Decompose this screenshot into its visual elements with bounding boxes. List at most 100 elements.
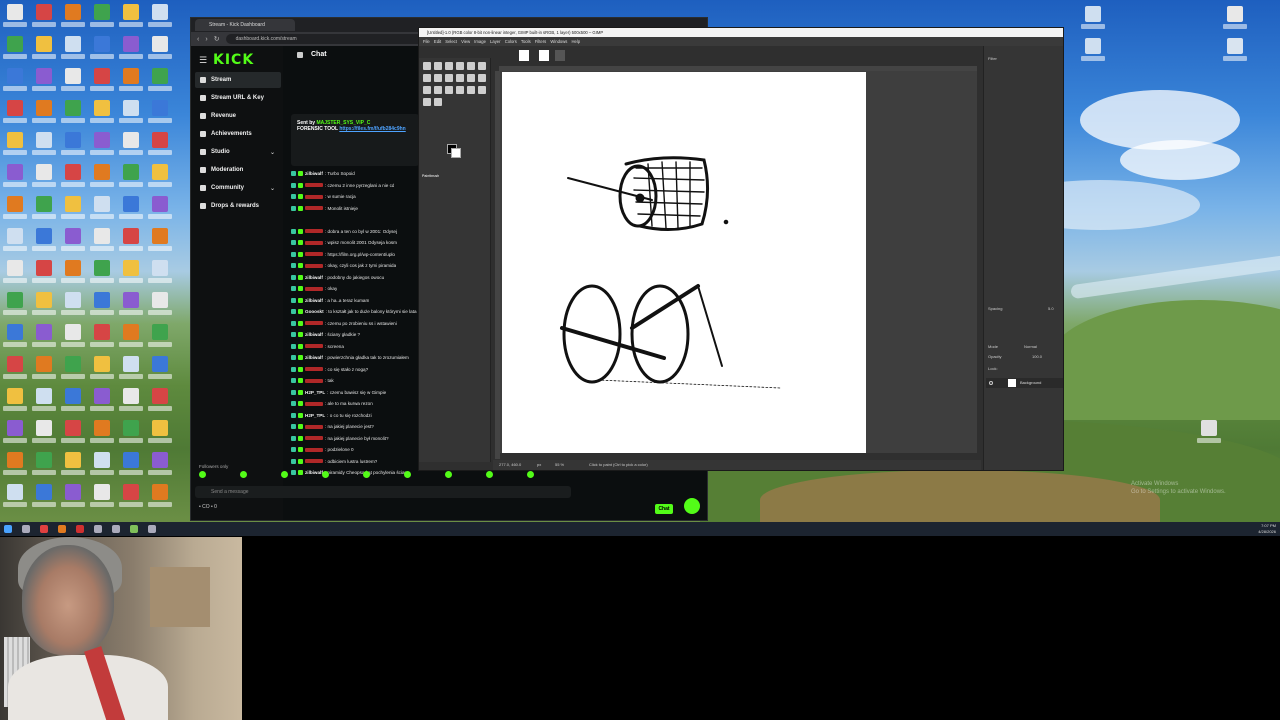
chat-username[interactable]: [305, 367, 323, 372]
kick-logo[interactable]: KICK: [213, 52, 254, 68]
desktop-icon[interactable]: [60, 228, 86, 258]
desktop-icon[interactable]: [118, 260, 144, 290]
chat-username[interactable]: [305, 194, 323, 199]
taskbar-app-icon[interactable]: [58, 525, 66, 533]
sidebar-item-drops-rewards[interactable]: Drops & rewards: [195, 198, 281, 214]
desktop-icon[interactable]: [2, 260, 28, 290]
system-tray[interactable]: 7:07 PM 4/28/2026: [1258, 523, 1276, 535]
desktop-icon[interactable]: [147, 484, 173, 514]
tool-icon[interactable]: [434, 86, 442, 94]
chat-username[interactable]: [305, 459, 323, 464]
image-tab[interactable]: [519, 50, 529, 61]
desktop-icon[interactable]: [147, 36, 173, 66]
emote-icon[interactable]: [240, 471, 247, 478]
desktop-icon[interactable]: [60, 260, 86, 290]
taskbar-app-icon[interactable]: [94, 525, 102, 533]
desktop-icon[interactable]: [60, 484, 86, 514]
desktop-icon[interactable]: [31, 68, 57, 98]
desktop-icon[interactable]: [118, 420, 144, 450]
desktop-icon[interactable]: [60, 452, 86, 482]
chat-username[interactable]: [305, 344, 323, 349]
emote-icon[interactable]: [486, 471, 493, 478]
desktop-icon[interactable]: [2, 68, 28, 98]
chat-username[interactable]: [305, 183, 323, 188]
taskbar-app-icon[interactable]: [148, 525, 156, 533]
desktop-icon[interactable]: [89, 132, 115, 162]
chat-username[interactable]: zilbiwalf: [305, 332, 323, 337]
taskbar-app-icon[interactable]: [130, 525, 138, 533]
chat-username[interactable]: zilbiwalf: [305, 298, 323, 303]
desktop-icon[interactable]: [147, 356, 173, 386]
desktop-icon[interactable]: [60, 68, 86, 98]
taskbar-app-icon[interactable]: [22, 525, 30, 533]
chat-username[interactable]: [305, 447, 323, 452]
gimp-menubar[interactable]: File Edit Select View Image Layer Colors…: [419, 37, 1063, 46]
tool-icon[interactable]: [478, 74, 486, 82]
desktop-icon[interactable]: [31, 4, 57, 34]
chat-username[interactable]: [305, 286, 323, 291]
tool-icon[interactable]: [434, 74, 442, 82]
drawing-canvas[interactable]: [502, 72, 866, 453]
tool-icon[interactable]: [456, 74, 464, 82]
desktop-icon[interactable]: [147, 420, 173, 450]
desktop-icon[interactable]: [147, 132, 173, 162]
desktop-icon[interactable]: [89, 68, 115, 98]
emote-icon[interactable]: [404, 471, 411, 478]
desktop-icon[interactable]: [2, 164, 28, 194]
chat-username[interactable]: [305, 401, 323, 406]
reload-icon[interactable]: ↻: [214, 35, 220, 43]
tool-icon[interactable]: [434, 98, 442, 106]
desktop-icon[interactable]: [147, 196, 173, 226]
desktop-icon[interactable]: [147, 68, 173, 98]
layer-opacity-value[interactable]: 100.0: [1032, 354, 1042, 359]
desktop-icon[interactable]: [118, 324, 144, 354]
desktop-icon[interactable]: [2, 420, 28, 450]
desktop-icon[interactable]: [2, 292, 28, 322]
emote-icon[interactable]: [281, 471, 288, 478]
tool-icon[interactable]: [467, 62, 475, 70]
tool-icon[interactable]: [478, 86, 486, 94]
desktop-icon[interactable]: [118, 100, 144, 130]
sidebar-item-stream-url-key[interactable]: Stream URL & Key: [195, 90, 281, 106]
image-tab[interactable]: [539, 50, 549, 61]
desktop-icon[interactable]: [2, 196, 28, 226]
desktop-icon[interactable]: [89, 4, 115, 34]
desktop-icon[interactable]: [1080, 38, 1106, 68]
sidebar-item-studio[interactable]: Studio ⌄: [195, 144, 281, 160]
desktop-icon[interactable]: [89, 164, 115, 194]
desktop-icon[interactable]: [2, 388, 28, 418]
pinned-link[interactable]: https://files.fm/f/ufb284c9hn: [339, 126, 405, 132]
desktop-icon[interactable]: [2, 132, 28, 162]
back-icon[interactable]: ‹: [197, 36, 199, 43]
tool-icon[interactable]: [467, 74, 475, 82]
desktop-icon[interactable]: [89, 36, 115, 66]
chat-username[interactable]: zilbiwalf: [305, 275, 323, 280]
desktop-icon[interactable]: [118, 484, 144, 514]
desktop-icon[interactable]: [31, 132, 57, 162]
desktop-icon[interactable]: [2, 452, 28, 482]
layer-mode-value[interactable]: Normal: [1024, 344, 1037, 349]
desktop-icon[interactable]: [1222, 6, 1248, 36]
desktop-icon[interactable]: [31, 356, 57, 386]
tool-icon[interactable]: [478, 62, 486, 70]
chat-username[interactable]: [305, 424, 323, 429]
chat-username[interactable]: [305, 378, 323, 383]
desktop-icon[interactable]: [89, 292, 115, 322]
desktop-icon[interactable]: [118, 228, 144, 258]
desktop-icon[interactable]: [60, 132, 86, 162]
desktop-icon[interactable]: [118, 388, 144, 418]
desktop-icon[interactable]: [89, 452, 115, 482]
sidebar-item-revenue[interactable]: Revenue: [195, 108, 281, 124]
chat-username[interactable]: zilbiwalf: [305, 355, 323, 360]
desktop-icon[interactable]: [118, 68, 144, 98]
sidebar-item-achievements[interactable]: Achievements: [195, 126, 281, 142]
menu-icon[interactable]: ☰: [199, 55, 207, 66]
desktop-icon[interactable]: [31, 452, 57, 482]
tool-icon[interactable]: [445, 74, 453, 82]
sidebar-item-community[interactable]: Community ⌄: [195, 180, 281, 196]
desktop-icon[interactable]: [89, 484, 115, 514]
desktop-icon[interactable]: [2, 36, 28, 66]
tool-icon[interactable]: [423, 62, 431, 70]
desktop-icon[interactable]: [60, 100, 86, 130]
desktop-icon[interactable]: [60, 356, 86, 386]
